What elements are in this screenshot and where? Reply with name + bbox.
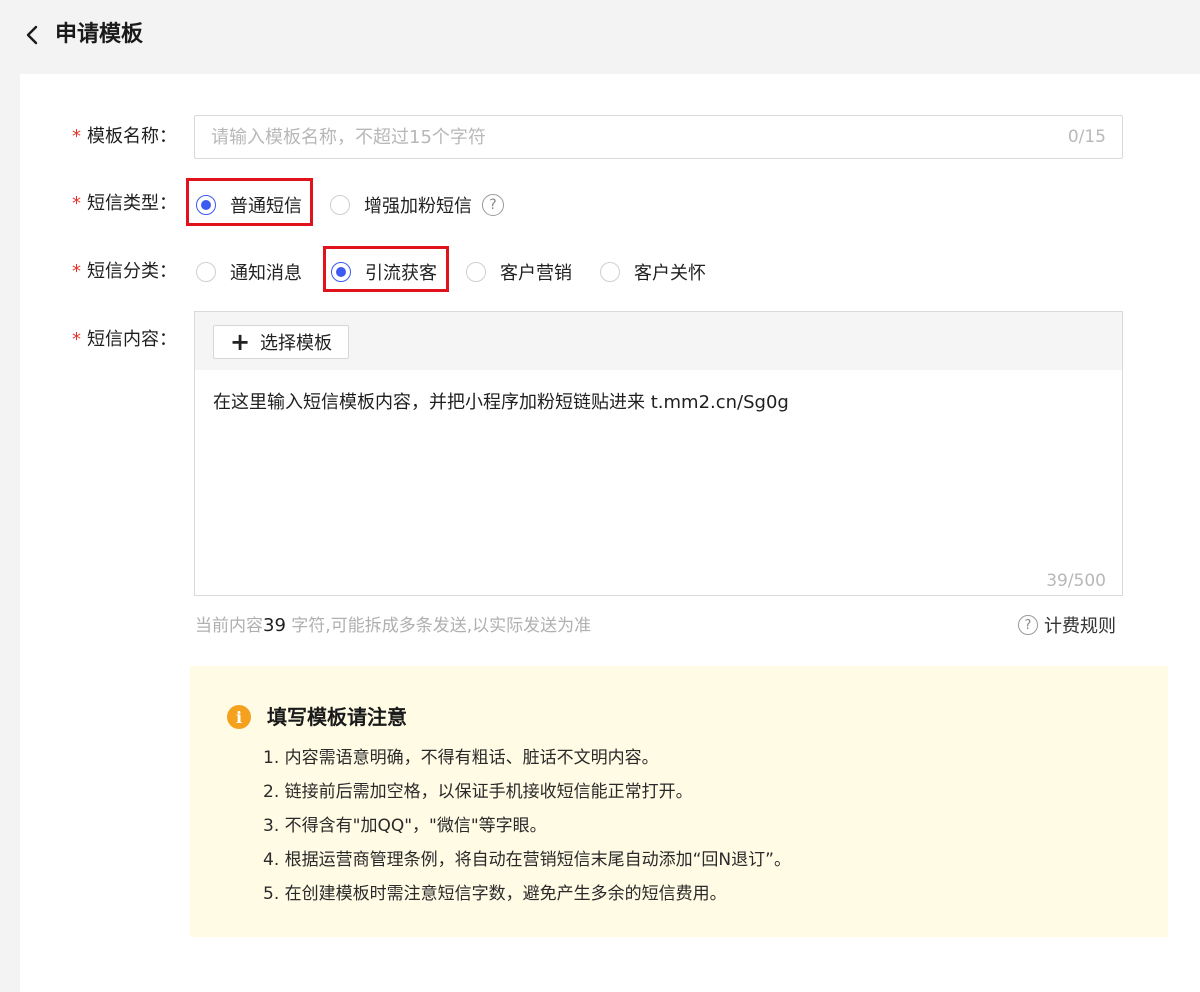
radio-customer-marketing[interactable]: 客户营销	[466, 257, 572, 287]
radio-circle	[331, 262, 351, 282]
template-name-counter: 0/15	[1067, 127, 1106, 147]
sms-content-textarea[interactable]: 在这里输入短信模板内容，并把小程序加粉短链贴进来 t.mm2.cn/Sg0g	[213, 390, 1093, 560]
list-item: 5. 在创建模板时需注意短信字数，避免产生多余的短信费用。	[263, 884, 727, 904]
info-icon: i	[227, 705, 251, 729]
radio-circle	[600, 262, 620, 282]
notice-title: 填写模板请注意	[267, 705, 407, 729]
notice-list: 1. 内容需语意明确，不得有粗话、脏话不文明内容。 2. 链接前后需加空格，以保…	[263, 741, 791, 911]
required-mark: *	[72, 329, 81, 350]
radio-circle	[466, 262, 486, 282]
radio-circle	[196, 195, 216, 215]
sms-type-label: * 短信类型：	[72, 193, 177, 214]
sms-content-editor: + 选择模板 在这里输入短信模板内容，并把小程序加粉短链贴进来 t.mm2.cn…	[194, 311, 1123, 596]
list-item: 3. 不得含有"加QQ"，"微信"等字眼。	[263, 816, 547, 836]
required-mark: *	[72, 261, 81, 282]
list-item: 4. 根据运营商管理条例，将自动在营销短信末尾自动添加“回N退订”。	[263, 850, 791, 870]
list-item: 2. 链接前后需加空格，以保证手机接收短信能正常打开。	[263, 782, 693, 802]
radio-normal-sms[interactable]: 普通短信	[196, 190, 302, 220]
radio-enhanced-sms[interactable]: 增强加粉短信 ?	[330, 190, 504, 220]
radio-circle	[330, 195, 350, 215]
sms-content-label: * 短信内容：	[72, 329, 177, 350]
sms-content-counter: 39/500	[1046, 571, 1106, 591]
editor-toolbar: + 选择模板	[195, 312, 1122, 370]
required-mark: *	[72, 193, 81, 214]
plus-icon: +	[229, 328, 251, 356]
char-count-hint: 当前内容39 字符,可能拆成多条发送,以实际发送为准	[195, 615, 592, 636]
page-title: 申请模板	[55, 22, 144, 47]
back-button[interactable]	[20, 20, 46, 50]
radio-notification[interactable]: 通知消息	[196, 257, 302, 287]
chevron-left-icon	[26, 25, 38, 45]
form-card: *模板名称： 0/15 *短信类型： 普通短信 增强加粉短信 ? *短信分类： …	[20, 74, 1200, 992]
help-icon[interactable]: ?	[482, 194, 504, 216]
template-name-input[interactable]	[195, 116, 1055, 158]
choose-template-button[interactable]: + 选择模板	[213, 325, 349, 359]
template-name-field: 0/15	[194, 115, 1123, 159]
help-icon: ?	[1018, 615, 1038, 635]
billing-rules-link[interactable]: ? 计费规则	[1018, 612, 1116, 638]
radio-traffic-acquisition[interactable]: 引流获客	[331, 257, 437, 287]
notice-panel: i 填写模板请注意 1. 内容需语意明确，不得有粗话、脏话不文明内容。 2. 链…	[190, 666, 1168, 937]
list-item: 1. 内容需语意明确，不得有粗话、脏话不文明内容。	[263, 748, 659, 768]
radio-customer-care[interactable]: 客户关怀	[600, 257, 706, 287]
sms-category-label: * 短信分类：	[72, 261, 177, 282]
radio-circle	[196, 262, 216, 282]
template-name-label: * 模板名称：	[72, 126, 177, 147]
required-mark: *	[72, 126, 81, 147]
page-header: 申请模板	[0, 0, 1200, 72]
